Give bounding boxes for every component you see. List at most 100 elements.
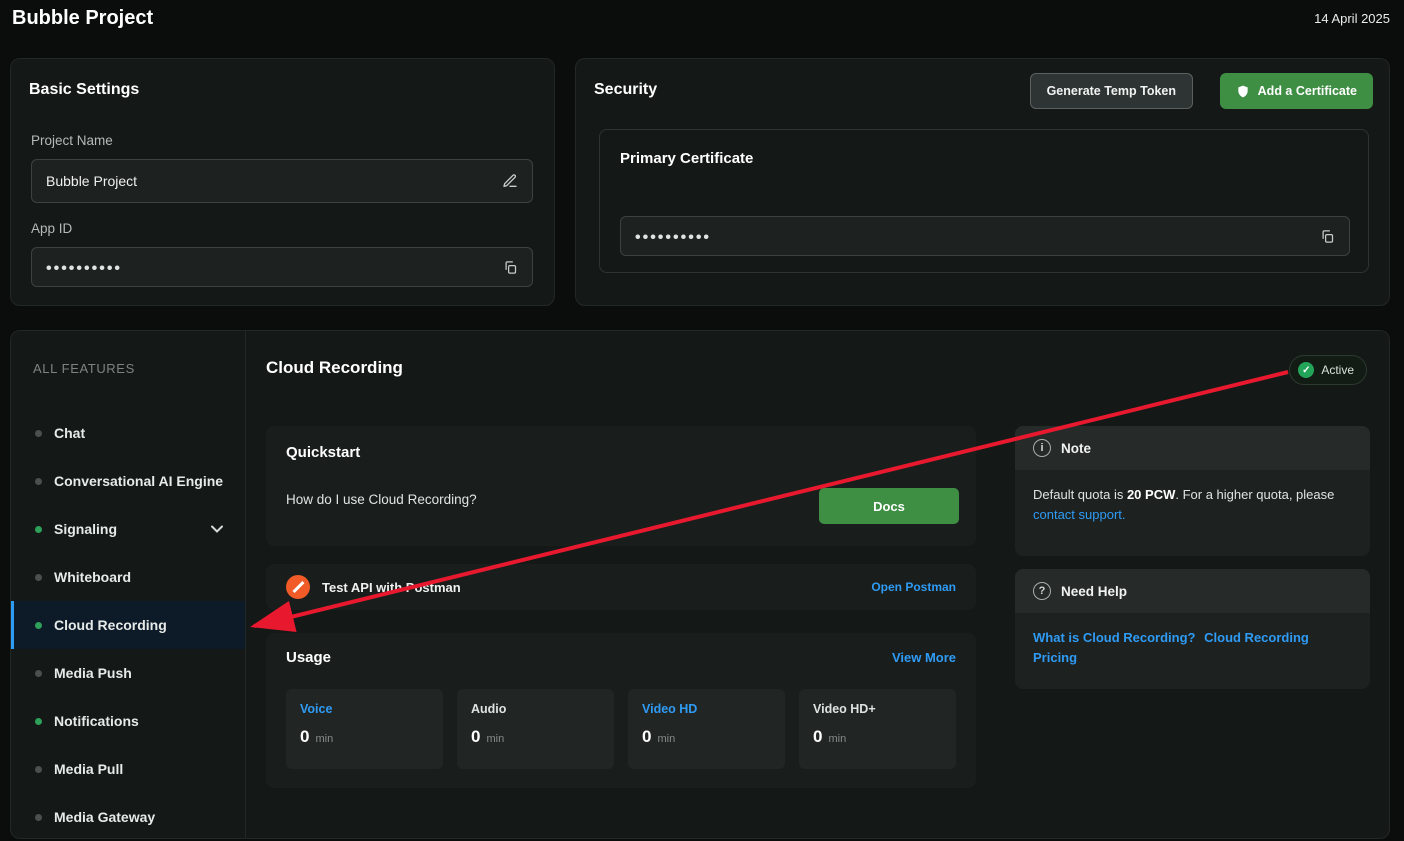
feature-status-dot [35, 430, 42, 437]
edit-icon[interactable] [502, 173, 518, 189]
copy-icon[interactable] [1320, 229, 1335, 244]
app-id-field[interactable]: •••••••••• [31, 247, 533, 287]
what-is-cloud-recording-link[interactable]: What is Cloud Recording? [1033, 630, 1196, 645]
sidebar-item-chat[interactable]: Chat [11, 409, 245, 457]
usage-tile-video-hd: Video HD 0 min [628, 689, 785, 769]
primary-certificate-panel: Primary Certificate •••••••••• [599, 129, 1369, 273]
note-panel: i Note Default quota is 20 PCW. For a hi… [1015, 426, 1370, 556]
sidebar-item-signaling[interactable]: Signaling [11, 505, 245, 553]
feature-status-dot [35, 478, 42, 485]
usage-tile-label: Audio [471, 702, 600, 716]
usage-tiles: Voice 0 min Audio 0 min Video HD [286, 689, 956, 769]
usage-tile-label: Voice [300, 702, 429, 716]
project-name-value: Bubble Project [46, 173, 137, 189]
sidebar-item-conversational-ai-engine[interactable]: Conversational AI Engine [11, 457, 245, 505]
note-quota: 20 PCW [1127, 487, 1175, 502]
usage-tile-value: 0 [813, 727, 822, 747]
feature-status-dot [35, 814, 42, 821]
quickstart-question: How do I use Cloud Recording? [286, 492, 477, 507]
chevron-down-icon[interactable] [211, 525, 223, 533]
security-title: Security [594, 81, 657, 99]
project-name-label: Project Name [31, 133, 113, 148]
need-help-panel: ? Need Help What is Cloud Recording? Clo… [1015, 569, 1370, 689]
sidebar-item-label: Media Push [54, 665, 132, 681]
sidebar-item-media-push[interactable]: Media Push [11, 649, 245, 697]
primary-certificate-field[interactable]: •••••••••• [620, 216, 1350, 256]
need-help-body: What is Cloud Recording? Cloud Recording… [1015, 613, 1370, 683]
sidebar-title: ALL FEATURES [33, 361, 135, 376]
usage-panel: Usage View More Voice 0 min Audio 0 min [266, 633, 976, 788]
feature-status-dot [35, 622, 42, 629]
postman-row: Test API with Postman Open Postman [266, 564, 976, 610]
note-title: Note [1061, 441, 1091, 456]
sidebar-item-label: Media Pull [54, 761, 123, 777]
date-label: 14 April 2025 [1314, 11, 1390, 26]
project-name-input[interactable]: Bubble Project [31, 159, 533, 203]
usage-tile-label: Video HD [642, 702, 771, 716]
feature-status-dot [35, 718, 42, 725]
feature-status-dot [35, 766, 42, 773]
usage-tile-unit: min [657, 733, 675, 745]
note-header: i Note [1015, 426, 1370, 470]
sidebar-item-label: Notifications [54, 713, 139, 729]
info-icon: i [1033, 439, 1051, 457]
usage-tile-value: 0 [471, 727, 480, 747]
sidebar-item-whiteboard[interactable]: Whiteboard [11, 553, 245, 601]
postman-icon [286, 575, 310, 599]
feature-status-dot [35, 526, 42, 533]
sidebar-item-label: Cloud Recording [54, 617, 167, 633]
basic-settings-card: Basic Settings Project Name Bubble Proje… [10, 58, 555, 306]
need-help-header: ? Need Help [1015, 569, 1370, 613]
add-certificate-button[interactable]: Add a Certificate [1220, 73, 1373, 109]
primary-certificate-title: Primary Certificate [620, 150, 753, 167]
sidebar-item-label: Signaling [54, 521, 117, 537]
need-help-title: Need Help [1061, 584, 1127, 599]
security-card: Security Generate Temp Token Add a Certi… [575, 58, 1390, 306]
usage-tile-label: Video HD+ [813, 702, 942, 716]
usage-tile-value: 0 [642, 727, 651, 747]
usage-tile-video-hd-plus: Video HD+ 0 min [799, 689, 956, 769]
page-title: Bubble Project [12, 7, 153, 30]
usage-tile-unit: min [315, 733, 333, 745]
app-id-label: App ID [31, 221, 72, 236]
sidebar-item-label: Whiteboard [54, 569, 131, 585]
sidebar-item-media-gateway[interactable]: Media Gateway [11, 793, 245, 841]
feature-title: Cloud Recording [266, 358, 403, 378]
copy-icon[interactable] [503, 260, 518, 275]
topbar: Bubble Project 14 April 2025 [0, 0, 1404, 42]
usage-tile-audio: Audio 0 min [457, 689, 614, 769]
note-text: Default quota is [1033, 487, 1127, 502]
check-circle-icon: ✓ [1298, 362, 1314, 378]
usage-tile-voice: Voice 0 min [286, 689, 443, 769]
feature-status-dot [35, 574, 42, 581]
note-text: . For a higher quota, please [1175, 487, 1334, 502]
sidebar-item-media-pull[interactable]: Media Pull [11, 745, 245, 793]
sidebar-item-label: Conversational AI Engine [54, 473, 223, 489]
docs-button[interactable]: Docs [819, 488, 959, 524]
quickstart-panel: Quickstart How do I use Cloud Recording?… [266, 426, 976, 546]
quickstart-title: Quickstart [286, 444, 360, 461]
primary-certificate-value: •••••••••• [635, 230, 711, 246]
shield-icon [1236, 84, 1250, 99]
basic-settings-title: Basic Settings [29, 81, 139, 99]
usage-tile-unit: min [486, 733, 504, 745]
usage-tile-value: 0 [300, 727, 309, 747]
sidebar-item-notifications[interactable]: Notifications [11, 697, 245, 745]
features-sidebar: ALL FEATURES Chat Conversational AI Engi… [11, 331, 246, 838]
add-certificate-label: Add a Certificate [1258, 84, 1357, 98]
app-id-value: •••••••••• [46, 261, 122, 277]
generate-temp-token-button[interactable]: Generate Temp Token [1030, 73, 1193, 109]
usage-title: Usage [286, 649, 331, 666]
active-status-badge: ✓ Active [1289, 355, 1367, 385]
view-more-link[interactable]: View More [892, 650, 956, 665]
features-card: ALL FEATURES Chat Conversational AI Engi… [10, 330, 1390, 839]
status-badge-label: Active [1321, 363, 1354, 377]
sidebar-items: Chat Conversational AI Engine Signaling … [11, 409, 245, 841]
note-body: Default quota is 20 PCW. For a higher qu… [1015, 470, 1370, 540]
open-postman-link[interactable]: Open Postman [871, 580, 956, 594]
feature-status-dot [35, 670, 42, 677]
contact-support-link[interactable]: contact support. [1033, 507, 1126, 522]
sidebar-item-cloud-recording[interactable]: Cloud Recording [11, 601, 245, 649]
usage-tile-unit: min [828, 733, 846, 745]
feature-main-content: Cloud Recording ✓ Active Quickstart How … [246, 331, 1389, 838]
